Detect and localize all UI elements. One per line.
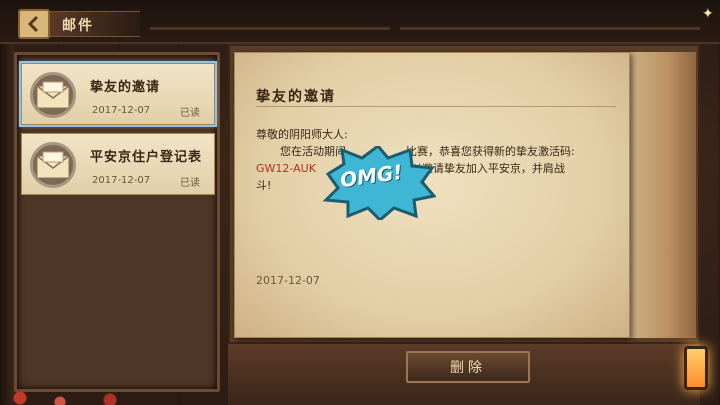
envelope-icon [30,142,76,188]
sparkle-icon: ✦ [702,6,714,22]
page-title: 邮件 [62,18,94,34]
letter-body: 尊敬的阴阳师大人: 您在活动期间 比赛，恭喜您获得新的挚友激活码: GW12-AU… [256,126,636,194]
flower-decoration [0,380,160,405]
delete-button[interactable]: 删除 [406,351,530,383]
back-arrow-icon [27,15,39,33]
envelope-icon [30,72,76,118]
letter-date: 2017-12-07 [256,274,320,287]
letter-subject: 挚友的邀请 [256,89,336,105]
header-decoration [150,27,390,30]
letter-greeting: 尊敬的阴阳师大人: [256,128,348,141]
letter-line3: 斗! [256,179,272,192]
mail-list-panel: 挚友的邀请 2017-12-07 已读 平安京住户登记表 2017-12-07 … [14,52,220,392]
mail-date: 2017-12-07 [92,175,151,186]
mail-subject: 平安京住户登记表 [90,150,203,165]
letter-scroll-edge [630,52,696,338]
activation-code: GW12-AUK [256,162,316,175]
mail-subject: 挚友的邀请 [90,80,161,95]
mail-read-status: 已读 [180,108,200,119]
left-rail [0,44,14,405]
mail-date: 2017-12-07 [92,105,151,116]
mail-item-1[interactable]: 挚友的邀请 2017-12-07 已读 [19,61,217,127]
lantern-icon [684,346,708,390]
mail-item-2[interactable]: 平安京住户登记表 2017-12-07 已读 [21,133,215,195]
letter-divider [256,106,616,107]
mail-read-status: 已读 [180,178,200,189]
header-decoration [400,27,700,30]
back-button[interactable] [18,9,50,39]
